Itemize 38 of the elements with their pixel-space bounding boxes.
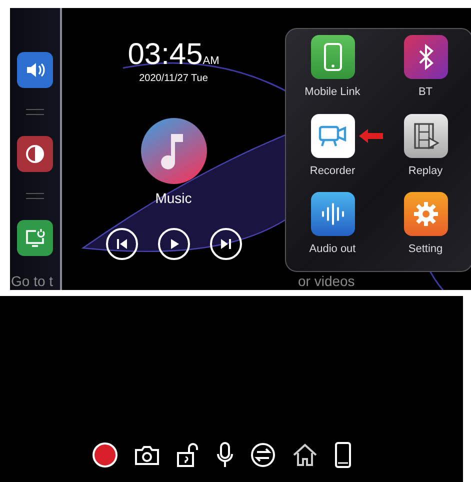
tablet-button[interactable]	[334, 442, 352, 468]
caption-text: Go to t	[11, 274, 54, 289]
microphone-button[interactable]	[216, 442, 234, 468]
setting-app-button[interactable]: Setting	[379, 192, 471, 271]
contrast-icon	[25, 144, 45, 164]
video-camera-icon	[318, 124, 348, 148]
unlock-button[interactable]	[176, 442, 200, 468]
pointer-arrow-icon	[359, 128, 383, 143]
phone-app-button[interactable]: Mobile Link	[286, 35, 379, 114]
smartphone-icon	[324, 43, 342, 71]
recorder-app-button[interactable]: Recorder	[286, 114, 379, 192]
next-button[interactable]	[210, 228, 242, 260]
clock-meridiem: AM	[202, 55, 220, 67]
film-play-icon	[412, 122, 440, 150]
music-note-icon	[140, 118, 206, 184]
swap-button[interactable]	[250, 442, 276, 468]
play-button[interactable]	[158, 228, 190, 260]
clock-time: 03:45	[128, 38, 203, 72]
screen-button[interactable]	[17, 220, 53, 256]
camera-button[interactable]	[134, 444, 160, 466]
skip-back-icon	[116, 238, 128, 250]
replay-app-button[interactable]: Replay	[379, 114, 471, 192]
caption-text: or videos	[298, 274, 355, 289]
volume-button[interactable]	[17, 52, 53, 88]
gear-icon	[412, 200, 440, 228]
bluetooth-icon	[418, 44, 434, 70]
previous-button[interactable]	[106, 228, 138, 260]
display-power-icon	[24, 228, 46, 248]
bluetooth-app-button[interactable]: BT	[379, 35, 471, 114]
speaker-icon	[25, 61, 45, 79]
clock-date: 2020/11/27 Tue	[139, 73, 208, 84]
record-button[interactable]	[92, 442, 118, 468]
audio-app-button[interactable]: Audio out	[286, 192, 379, 271]
sound-wave-icon	[320, 202, 346, 226]
home-button[interactable]	[292, 443, 318, 467]
brightness-button[interactable]	[17, 136, 53, 172]
music-button[interactable]: Music	[140, 118, 206, 206]
skip-forward-icon	[220, 238, 232, 250]
